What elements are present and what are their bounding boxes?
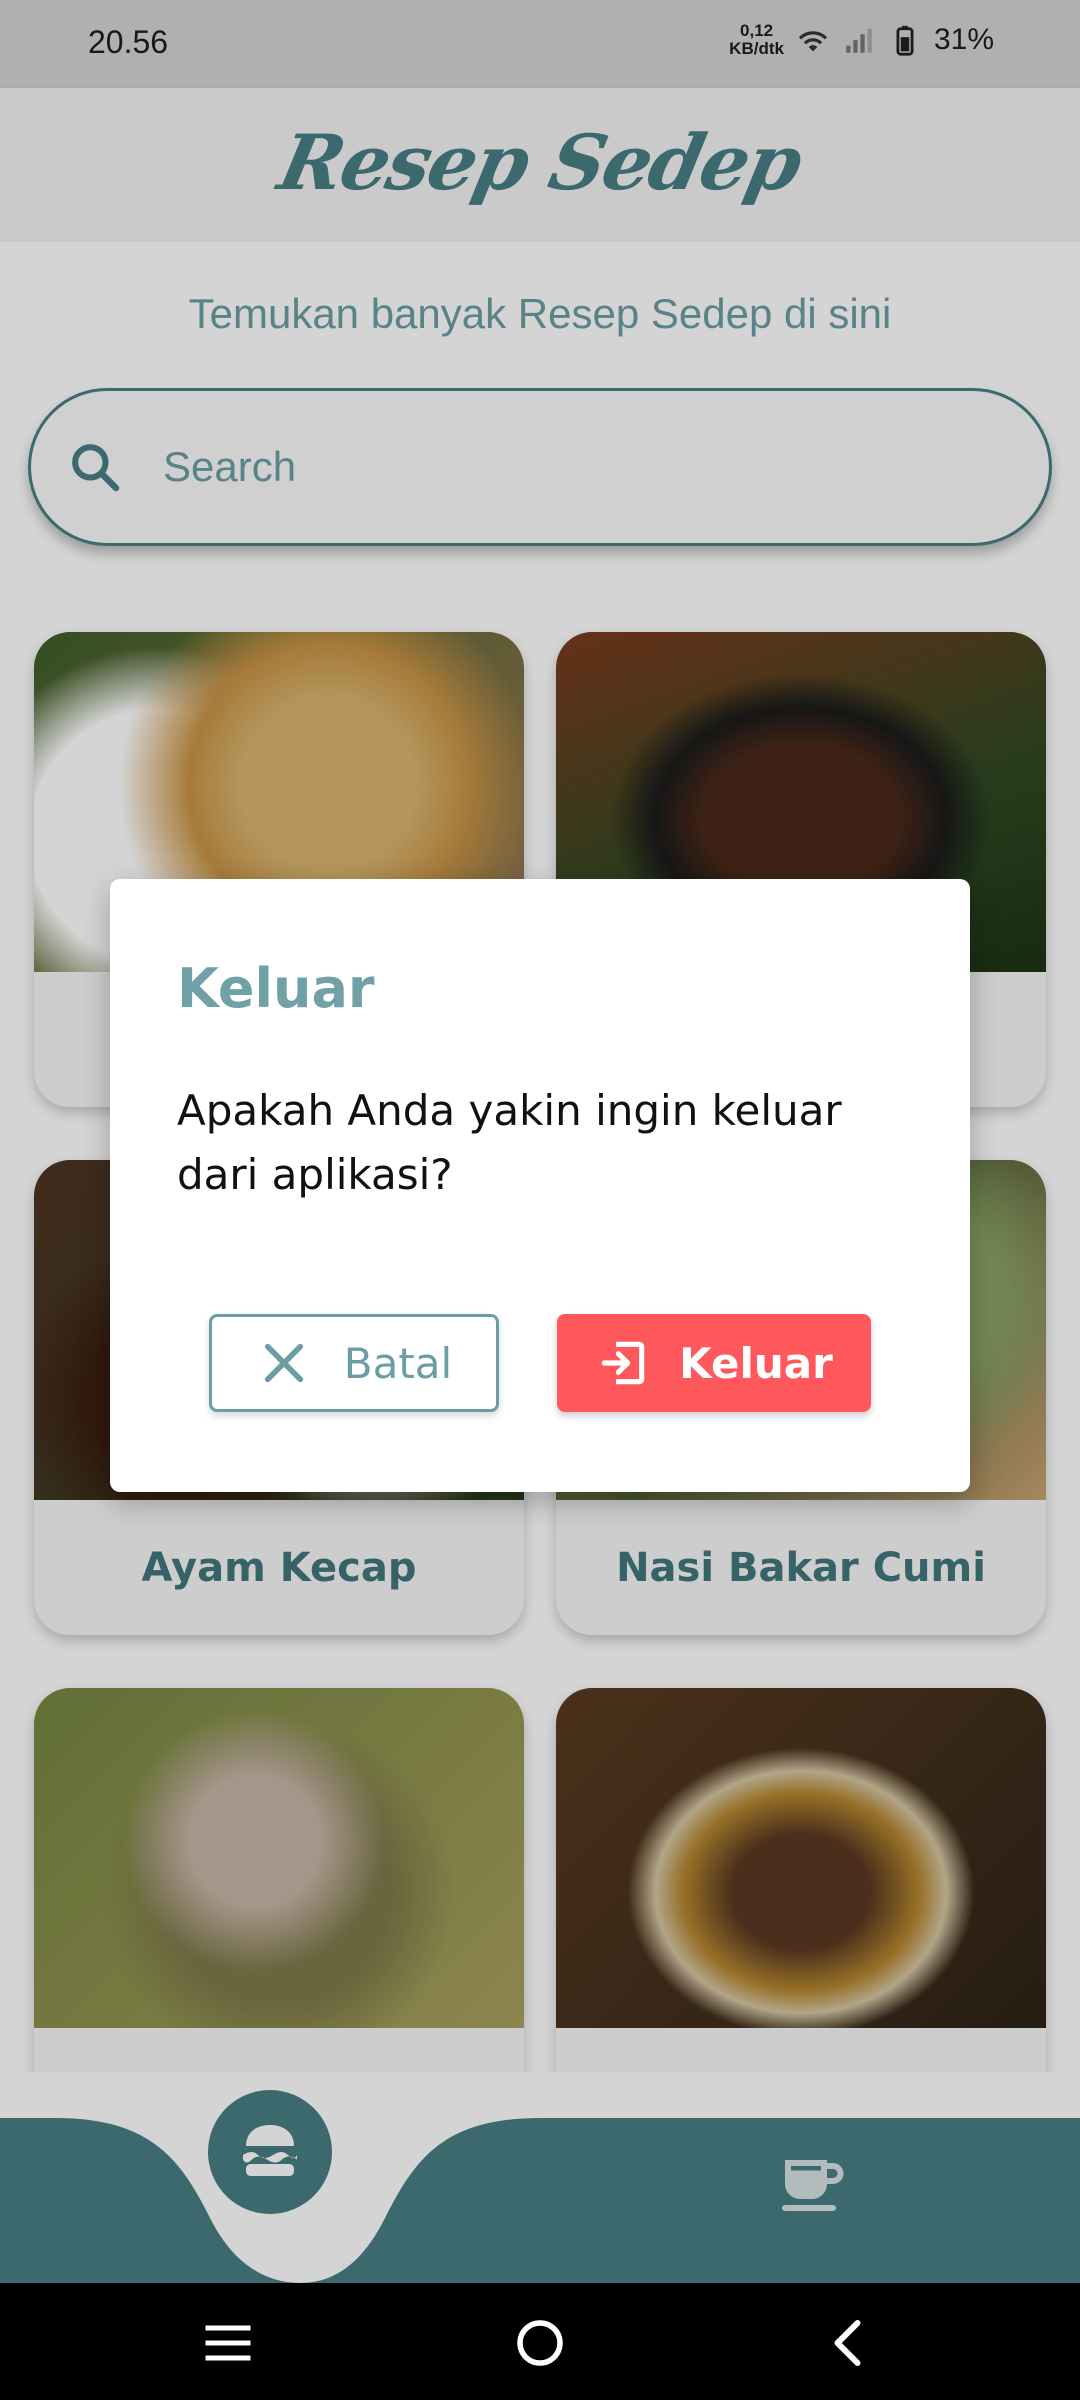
exit-dialog: Keluar Apakah Anda yakin ingin keluar da… bbox=[110, 879, 970, 1492]
close-icon bbox=[264, 1343, 303, 1383]
system-nav-bar bbox=[0, 2283, 1080, 2400]
exit-icon bbox=[601, 1341, 645, 1385]
recent-apps-icon[interactable] bbox=[198, 2313, 258, 2373]
exit-button-label: Keluar bbox=[679, 1338, 833, 1388]
cancel-button[interactable]: Batal bbox=[209, 1314, 499, 1412]
cancel-button-label: Batal bbox=[343, 1338, 453, 1388]
back-icon[interactable] bbox=[820, 2313, 880, 2373]
exit-button[interactable]: Keluar bbox=[557, 1314, 871, 1412]
home-icon[interactable] bbox=[510, 2313, 570, 2373]
dialog-message: Apakah Anda yakin ingin keluar dari apli… bbox=[177, 1086, 842, 1199]
dialog-title: Keluar bbox=[177, 957, 375, 1020]
